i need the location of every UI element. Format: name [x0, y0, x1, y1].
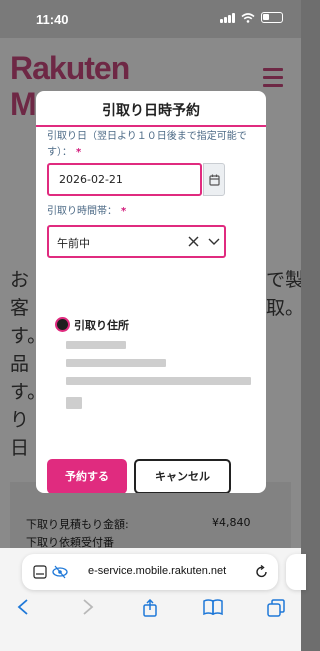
summary-row: 下取り見積もり金額: ¥4,840 [26, 516, 251, 531]
time-label: 引取り時間帯： * [47, 206, 127, 217]
date-label: 引取り日（翌日より１０日後まで指定可能です）： * [47, 131, 247, 158]
time-slot-value: 午前中 [57, 237, 90, 250]
hamburger-menu-icon[interactable] [263, 68, 283, 92]
page-menu-icon[interactable] [33, 565, 47, 579]
pickup-reservation-modal: 引取り日時予約 引取り日（翌日より１０日後まで指定可能です）： * 2026-02… [36, 91, 266, 493]
required-mark: * [76, 147, 82, 158]
status-icons [220, 12, 283, 23]
privacy-eye-icon[interactable] [52, 565, 68, 579]
background-text-right: で製取。 [266, 269, 301, 319]
cellular-signal-icon [220, 12, 235, 23]
time-slot-select[interactable]: 午前中 [47, 225, 226, 258]
calendar-icon [209, 174, 220, 186]
battery-icon [261, 12, 283, 23]
share-icon[interactable] [142, 599, 158, 617]
back-icon[interactable] [17, 599, 29, 615]
address-radio[interactable] [55, 317, 70, 332]
forward-icon[interactable] [82, 599, 94, 615]
chevron-down-icon[interactable] [208, 238, 220, 246]
address-label: 引取り住所 [74, 319, 129, 332]
required-mark: * [121, 206, 127, 217]
modal-header: 引取り日時予約 [36, 91, 266, 127]
wifi-icon [241, 12, 255, 23]
reserve-button[interactable]: 予約する [47, 459, 127, 493]
clear-icon[interactable] [188, 236, 199, 247]
next-tab-peek[interactable] [286, 554, 306, 590]
summary-row: 下取り依頼受付番 [26, 536, 114, 548]
address-bar[interactable]: e-service.mobile.rakuten.net [22, 554, 278, 590]
status-bar: 11:40 [0, 0, 301, 38]
browser-toolbar: e-service.mobile.rakuten.net [0, 548, 306, 651]
bookmarks-icon[interactable] [203, 599, 223, 615]
modal-title: 引取り日時予約 [102, 103, 200, 119]
status-time: 11:40 [36, 12, 69, 27]
calendar-button[interactable] [203, 163, 225, 196]
tabs-icon[interactable] [267, 599, 285, 617]
date-input[interactable]: 2026-02-21 [47, 163, 202, 196]
cancel-button[interactable]: キャンセル [134, 459, 231, 493]
url-text: e-service.mobile.rakuten.net [88, 565, 227, 577]
reload-icon[interactable] [255, 565, 269, 579]
